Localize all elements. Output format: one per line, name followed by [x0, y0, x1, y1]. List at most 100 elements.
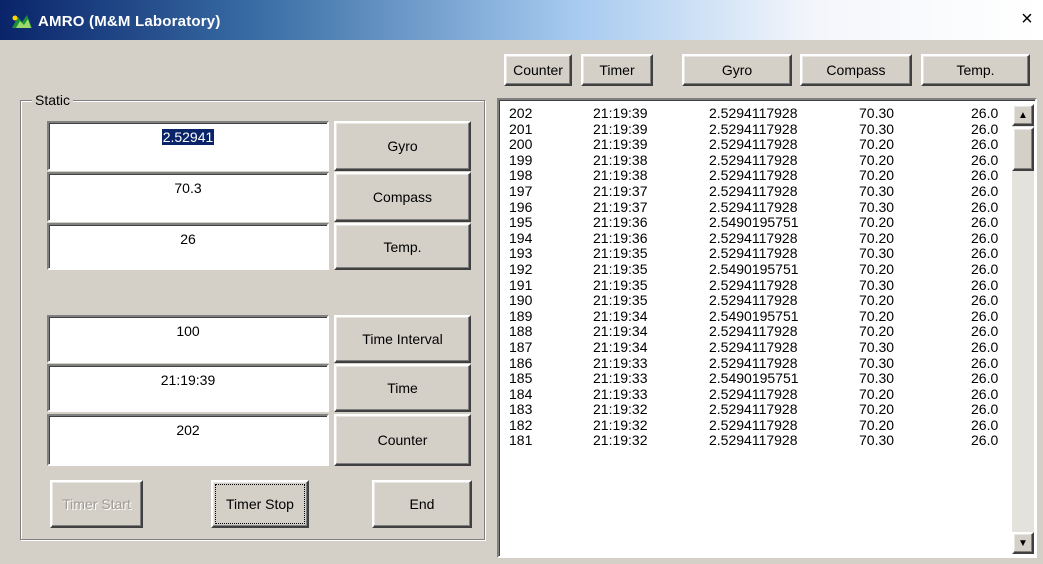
compass-cell: 70.30: [859, 105, 895, 121]
gyro-cell: 2.5294117928: [709, 354, 798, 371]
header-compass-button[interactable]: Compass: [800, 54, 912, 86]
log-row[interactable]: 201 21:19:39 2.5294117928 70.30 26.0: [501, 120, 1013, 138]
compass-cell: 70.30: [859, 276, 895, 293]
header-gyro-button[interactable]: Gyro: [682, 54, 792, 86]
gyro-cell: 2.5294117928: [709, 105, 798, 121]
timer-cell: 21:19:32: [593, 401, 648, 418]
counter-cell: 195: [509, 214, 533, 231]
temp-cell: 26.0: [971, 354, 999, 371]
header-temp-button[interactable]: Temp.: [921, 54, 1030, 86]
close-icon[interactable]: ×: [1017, 9, 1037, 29]
compass-value-field[interactable]: 70.3: [47, 172, 329, 222]
log-row[interactable]: 195 21:19:36 2.5490195751 70.20 26.0: [501, 215, 1013, 231]
compass-cell: 70.20: [859, 214, 895, 231]
log-row[interactable]: 191 21:19:35 2.5294117928 70.30 26.0: [501, 276, 1013, 294]
compass-cell: 70.20: [859, 151, 895, 168]
gyro-cell: 2.5294117928: [709, 276, 798, 293]
temp-cell: 26.0: [971, 323, 999, 340]
compass-cell: 70.20: [859, 323, 895, 340]
log-row[interactable]: 184 21:19:33 2.5294117928 70.20 26.0: [501, 385, 1013, 403]
temp-cell: 26.0: [971, 276, 999, 293]
log-row[interactable]: 189 21:19:34 2.5490195751 70.20 26.0: [501, 307, 1013, 325]
compass-button[interactable]: Compass: [334, 172, 471, 222]
temp-value-field[interactable]: 26: [47, 223, 329, 270]
log-row[interactable]: 182 21:19:32 2.5294117928 70.20 26.0: [501, 416, 1013, 434]
temp-cell: 26.0: [971, 401, 999, 418]
title-bar[interactable]: AMRO (M&M Laboratory): [0, 0, 1043, 40]
log-row[interactable]: 190 21:19:35 2.5294117928 70.20 26.0: [501, 293, 1013, 309]
gyro-cell: 2.5294117928: [709, 120, 798, 137]
header-timer-button[interactable]: Timer: [581, 54, 653, 86]
log-row[interactable]: 193 21:19:35 2.5294117928 70.30 26.0: [501, 246, 1013, 262]
log-row[interactable]: 188 21:19:34 2.5294117928 70.20 26.0: [501, 324, 1013, 340]
gyro-cell: 2.5490195751: [709, 307, 799, 324]
temp-cell: 26.0: [971, 370, 999, 387]
window-title: AMRO (M&M Laboratory): [38, 13, 221, 30]
timer-cell: 21:19:34: [593, 323, 648, 340]
log-row[interactable]: 197 21:19:37 2.5294117928 70.30 26.0: [501, 182, 1013, 200]
scroll-thumb[interactable]: [1012, 127, 1034, 171]
gyro-button[interactable]: Gyro: [334, 121, 471, 171]
temp-button[interactable]: Temp.: [334, 223, 471, 270]
counter-cell: 191: [509, 276, 533, 293]
temp-cell: 26.0: [971, 198, 999, 215]
log-row[interactable]: 198 21:19:38 2.5294117928 70.20 26.0: [501, 168, 1013, 184]
counter-cell: 193: [509, 245, 533, 262]
log-row[interactable]: 185 21:19:33 2.5490195751 70.30 26.0: [501, 370, 1013, 387]
counter-button[interactable]: Counter: [334, 414, 471, 466]
header-counter-button[interactable]: Counter: [504, 54, 572, 86]
gyro-cell: 2.5294117928: [709, 151, 798, 168]
compass-cell: 70.30: [859, 432, 895, 449]
gyro-cell: 2.5294117928: [709, 229, 798, 246]
temp-cell: 26.0: [971, 182, 999, 199]
compass-cell: 70.20: [859, 385, 895, 402]
temp-cell: 26.0: [971, 245, 999, 262]
temp-cell: 26.0: [971, 432, 999, 449]
timer-start-label: Timer Start: [62, 496, 131, 512]
counter-cell: 190: [509, 292, 533, 309]
timer-cell: 21:19:32: [593, 432, 648, 449]
gyro-cell: 2.5294117928: [709, 385, 798, 402]
timer-stop-button[interactable]: Timer Stop: [211, 480, 309, 528]
vertical-scrollbar[interactable]: ▲ ▼: [1012, 104, 1034, 554]
log-row[interactable]: 194 21:19:36 2.5294117928 70.20 26.0: [501, 229, 1013, 247]
log-row[interactable]: 187 21:19:34 2.5294117928 70.30 26.0: [501, 338, 1013, 356]
counter-value-field[interactable]: 202: [47, 414, 329, 466]
log-row[interactable]: 192 21:19:35 2.5490195751 70.20 26.0: [501, 260, 1013, 278]
counter-cell: 182: [509, 416, 533, 433]
counter-cell: 184: [509, 385, 533, 402]
log-row[interactable]: 202 21:19:39 2.5294117928 70.30 26.0: [501, 105, 1013, 122]
gyro-cell: 2.5490195751: [709, 214, 799, 231]
temp-cell: 26.0: [971, 338, 999, 355]
compass-cell: 70.30: [859, 120, 895, 137]
time-button[interactable]: Time: [334, 364, 471, 412]
gyro-cell: 2.5294117928: [709, 198, 798, 215]
log-row[interactable]: 196 21:19:37 2.5294117928 70.30 26.0: [501, 198, 1013, 216]
temp-cell: 26.0: [971, 105, 999, 121]
scroll-down-icon[interactable]: ▼: [1012, 532, 1034, 554]
log-row[interactable]: 181 21:19:32 2.5294117928 70.30 26.0: [501, 433, 1013, 449]
scroll-up-icon[interactable]: ▲: [1012, 104, 1034, 126]
timer-cell: 21:19:38: [593, 167, 648, 184]
timer-cell: 21:19:32: [593, 416, 648, 433]
log-row[interactable]: 183 21:19:32 2.5294117928 70.20 26.0: [501, 402, 1013, 418]
timer-cell: 21:19:36: [593, 229, 648, 246]
time-interval-field[interactable]: 100: [47, 315, 329, 363]
data-log-listbox[interactable]: 202 21:19:39 2.5294117928 70.30 26.0 201 21:19…: [497, 98, 1037, 558]
timer-cell: 21:19:39: [593, 105, 648, 121]
counter-cell: 192: [509, 260, 533, 277]
temp-cell: 26.0: [971, 385, 999, 402]
temp-cell: 26.0: [971, 416, 999, 433]
counter-cell: 197: [509, 182, 533, 199]
timer-cell: 21:19:34: [593, 307, 648, 324]
log-row[interactable]: 199 21:19:38 2.5294117928 70.20 26.0: [501, 151, 1013, 169]
end-button[interactable]: End: [372, 480, 472, 528]
log-row[interactable]: 200 21:19:39 2.5294117928 70.20 26.0: [501, 137, 1013, 153]
gyro-value-field[interactable]: 2.52941: [47, 121, 329, 171]
log-row[interactable]: 186 21:19:33 2.5294117928 70.30 26.0: [501, 354, 1013, 372]
timer-cell: 21:19:39: [593, 120, 648, 137]
time-interval-button[interactable]: Time Interval: [334, 315, 471, 363]
gyro-cell: 2.5490195751: [709, 260, 799, 277]
time-value-field[interactable]: 21:19:39: [47, 364, 329, 412]
timer-cell: 21:19:38: [593, 151, 648, 168]
